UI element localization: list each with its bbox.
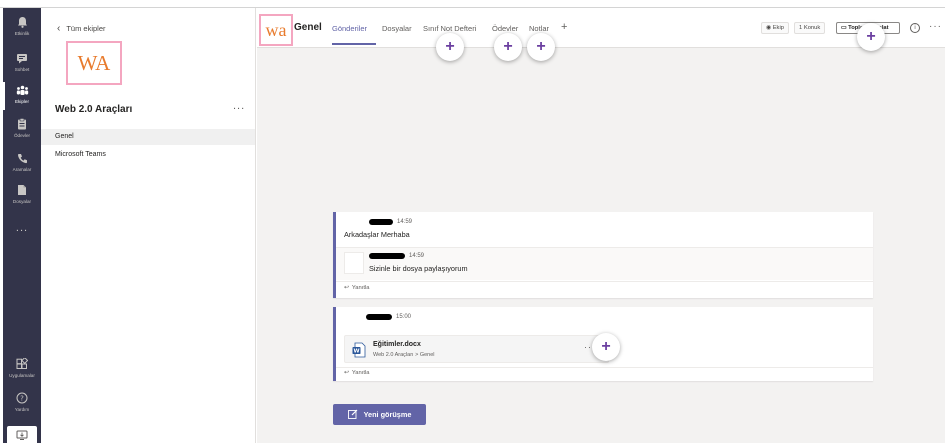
- reply-meta: 14:59: [369, 253, 424, 259]
- rail-calls[interactable]: Aramalar: [3, 148, 41, 180]
- add-plus-button[interactable]: +: [527, 33, 555, 61]
- divider: [336, 367, 873, 368]
- channel-avatar: wa: [259, 14, 293, 46]
- rail-apps[interactable]: Uygulamalar: [3, 354, 41, 386]
- rail-apps-label: Uygulamalar: [9, 373, 35, 378]
- add-plus-button[interactable]: +: [592, 333, 620, 361]
- rail-more-button[interactable]: ...: [3, 222, 41, 234]
- all-teams-label: Tüm ekipler: [66, 24, 106, 33]
- channel-header: wa Genel Gönderiler Dosyalar Sınıf Not D…: [257, 8, 945, 48]
- chevron-left-icon: ‹: [57, 23, 61, 34]
- reply-arrow-icon: ↩: [344, 285, 349, 291]
- add-plus-button[interactable]: +: [857, 23, 885, 51]
- add-plus-button[interactable]: +: [494, 33, 522, 61]
- svg-text:?: ?: [20, 395, 24, 403]
- assignments-icon: [17, 117, 27, 131]
- message-meta: 14:59: [369, 219, 412, 225]
- rail-chat[interactable]: Sohbet: [3, 48, 41, 80]
- channel-title: Genel: [294, 22, 322, 33]
- tab-class-notebook[interactable]: Sınıf Not Defteri: [423, 24, 476, 33]
- rail-download-button[interactable]: [7, 426, 37, 443]
- message-time: 14:59: [397, 219, 413, 225]
- chat-icon: [16, 51, 28, 65]
- rail-calls-label: Aramalar: [12, 167, 32, 172]
- channel-item-genel[interactable]: Genel: [41, 129, 255, 145]
- reply-button[interactable]: ↩ Yanıtla: [344, 285, 369, 291]
- tab-assignments[interactable]: Ödevler: [492, 24, 518, 33]
- all-teams-link[interactable]: ‹ Tüm ekipler: [57, 23, 106, 34]
- guest-button[interactable]: 1 Konuk: [794, 22, 826, 34]
- rail-chat-label: Sohbet: [14, 67, 30, 72]
- rail-teams-label: Ekipler: [14, 99, 30, 104]
- monitor-download-icon: [16, 428, 28, 443]
- channel-item-microsoft-teams[interactable]: Microsoft Teams: [41, 147, 255, 163]
- message-meta: 15:00: [366, 314, 411, 320]
- team-name: Web 2.0 Araçları: [55, 104, 133, 115]
- reply-time: 14:59: [409, 253, 425, 259]
- rail-help[interactable]: ? Yardım: [3, 388, 41, 420]
- reply-text: Sizinle bir dosya paylaşıyorum: [369, 264, 468, 273]
- rail-activity-label: Etkinlik: [14, 31, 30, 36]
- help-icon: ?: [16, 391, 28, 405]
- teams-icon: [16, 83, 29, 97]
- header-more-button[interactable]: ···: [929, 21, 942, 32]
- team-avatar: WA: [66, 41, 122, 85]
- team-more-button[interactable]: ...: [233, 100, 245, 112]
- reply-label: Yanıtla: [351, 370, 370, 376]
- redacted-author: [369, 219, 393, 225]
- reply-label: Yanıtla: [351, 285, 370, 291]
- avatar: [344, 252, 364, 274]
- redacted-author: [366, 314, 392, 320]
- add-plus-button[interactable]: +: [436, 33, 464, 61]
- message-time: 15:00: [396, 314, 412, 320]
- team-button[interactable]: ◉ Ekip: [761, 22, 789, 34]
- apps-icon: [16, 357, 28, 371]
- tab-posts[interactable]: Gönderiler: [332, 24, 367, 33]
- team-pane: ‹ Tüm ekipler WA Web 2.0 Araçları ... Ge…: [41, 8, 256, 443]
- active-tab-indicator: [332, 43, 376, 45]
- team-button-label: Ekip: [772, 25, 784, 31]
- tab-files[interactable]: Dosyalar: [382, 24, 412, 33]
- new-conversation-button[interactable]: Yeni görüşme: [333, 404, 426, 425]
- rail-teams[interactable]: Ekipler: [3, 80, 41, 112]
- message-text: Arkadaşlar Merhaba: [344, 230, 410, 239]
- word-file-icon: W: [352, 342, 366, 358]
- rail-files-label: Dosyalar: [12, 199, 32, 204]
- add-tab-button[interactable]: +: [561, 21, 567, 33]
- phone-icon: [17, 151, 28, 165]
- rail-activity[interactable]: Etkinlik: [3, 12, 41, 44]
- video-icon: ▭: [841, 25, 847, 31]
- divider: [336, 281, 873, 282]
- rail-assignments[interactable]: Ödevler: [3, 114, 41, 146]
- window-top-edge: [0, 0, 945, 8]
- reply-arrow-icon: ↩: [344, 370, 349, 376]
- rail-files[interactable]: Dosyalar: [3, 180, 41, 212]
- reply-item: 14:59 Sizinle bir dosya paylaşıyorum: [336, 248, 873, 280]
- channel-main: wa Genel Gönderiler Dosyalar Sınıf Not D…: [257, 8, 945, 443]
- file-path: Web 2.0 Araçları > Genel: [373, 352, 435, 358]
- rail-help-label: Yardım: [14, 407, 30, 412]
- new-conversation-label: Yeni görüşme: [363, 410, 412, 419]
- rail-assignments-label: Ödevler: [13, 133, 31, 138]
- svg-text:W: W: [353, 349, 359, 355]
- redacted-author: [369, 253, 405, 259]
- bell-icon: [17, 15, 28, 29]
- tab-notes[interactable]: Notlar: [529, 24, 549, 33]
- file-name: Eğitimler.docx: [373, 341, 421, 348]
- message-thread: 14:59 Arkadaşlar Merhaba 14:59 Sizinle b…: [333, 212, 873, 298]
- eye-icon: ◉: [766, 25, 772, 31]
- app-rail: Etkinlik Sohbet Ekipler Ödevler Aramalar…: [3, 8, 41, 443]
- info-icon[interactable]: i: [910, 23, 920, 33]
- files-icon: [17, 183, 27, 197]
- file-attachment[interactable]: W Eğitimler.docx Web 2.0 Araçları > Gene…: [344, 335, 609, 363]
- compose-icon: [347, 409, 358, 421]
- reply-button[interactable]: ↩ Yanıtla: [344, 370, 369, 376]
